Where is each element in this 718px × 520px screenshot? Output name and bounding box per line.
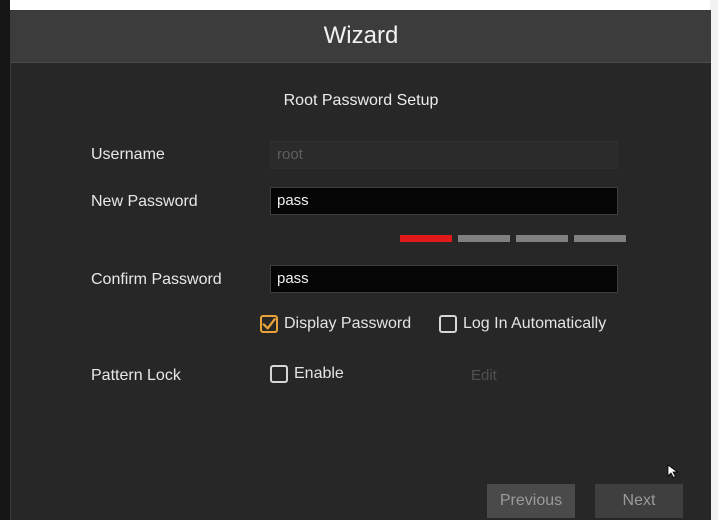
strength-segment	[458, 235, 510, 242]
display-password-option[interactable]: Display Password	[260, 315, 411, 333]
username-label: Username	[91, 146, 165, 163]
desktop-background-top	[0, 0, 718, 10]
log-in-automatically-option[interactable]: Log In Automatically	[439, 315, 606, 333]
previous-button[interactable]: Previous	[487, 484, 575, 518]
new-password-label: New Password	[91, 193, 198, 210]
username-field: root	[270, 141, 618, 169]
pattern-lock-enable-option[interactable]: Enable	[270, 365, 344, 383]
desktop-background-left	[0, 0, 10, 520]
checkmark-icon	[262, 318, 276, 330]
display-password-checkbox[interactable]	[260, 315, 278, 333]
section-title: Root Password Setup	[283, 92, 439, 109]
log-in-automatically-checkbox[interactable]	[439, 315, 457, 333]
strength-segment	[516, 235, 568, 242]
display-password-label: Display Password	[284, 315, 412, 332]
log-in-automatically-label: Log In Automatically	[463, 315, 607, 332]
next-button[interactable]: Next	[595, 484, 683, 518]
strength-segment	[400, 235, 452, 242]
password-strength-meter	[400, 235, 626, 242]
wizard-dialog: Wizard Root Password Setup Username root…	[10, 10, 711, 520]
pattern-lock-label: Pattern Lock	[91, 367, 181, 384]
mouse-cursor-icon	[667, 464, 679, 478]
confirm-password-label: Confirm Password	[91, 271, 222, 288]
desktop-background-right	[710, 0, 718, 520]
pattern-lock-enable-label: Enable	[294, 365, 344, 382]
strength-segment	[574, 235, 626, 242]
title-bar: Wizard	[11, 10, 711, 63]
pattern-lock-edit-link: Edit	[471, 367, 497, 384]
window-title: Wizard	[323, 22, 399, 49]
confirm-password-field[interactable]: pass	[270, 265, 618, 293]
pattern-lock-enable-checkbox[interactable]	[270, 365, 288, 383]
new-password-field[interactable]: pass	[270, 187, 618, 215]
